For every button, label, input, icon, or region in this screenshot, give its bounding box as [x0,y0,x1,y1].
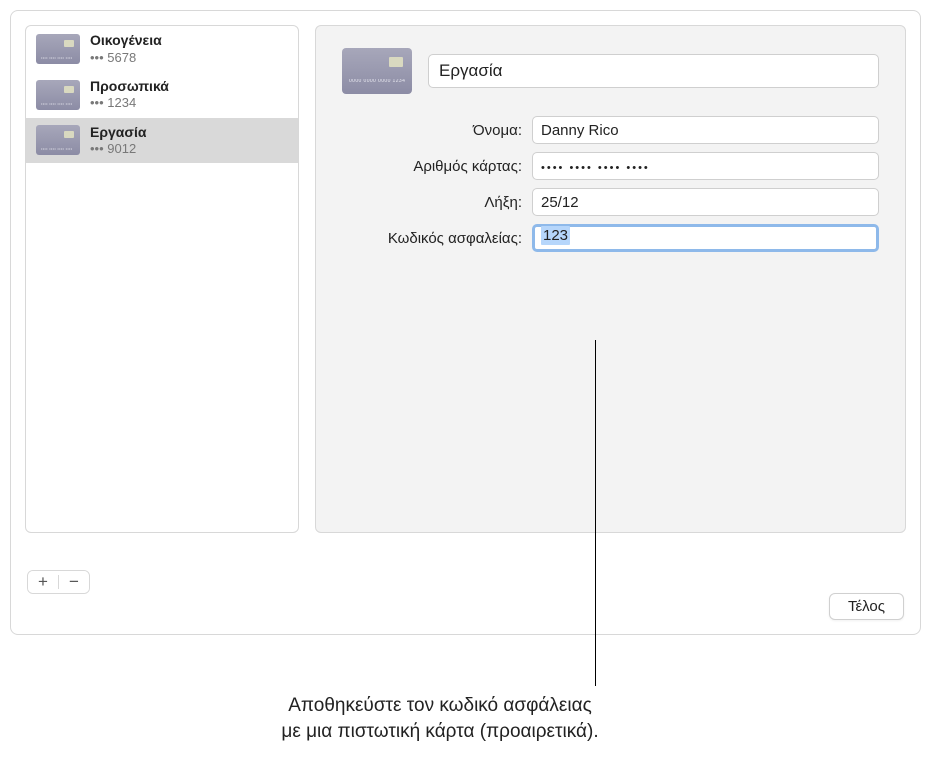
security-code-input[interactable]: 123 [532,224,879,252]
title-row [342,48,879,94]
security-code-label: Κωδικός ασφαλείας: [342,230,532,247]
cardnumber-label: Αριθμός κάρτας: [342,158,532,175]
cardholder-name-input[interactable] [532,116,879,144]
name-row: Όνομα: [342,116,879,144]
content-row: Οικογένεια ••• 5678 Προσωπικά ••• 1234 Ε… [25,25,906,533]
cardnumber-row: Αριθμός κάρτας: [342,152,879,180]
credit-card-settings-window: Οικογένεια ••• 5678 Προσωπικά ••• 1234 Ε… [10,10,921,635]
card-title-input[interactable] [428,54,879,88]
card-last4: ••• 1234 [90,95,169,111]
security-code-value: 123 [541,226,570,245]
done-label: Τέλος [848,598,885,615]
expiry-label: Λήξη: [342,194,532,211]
credit-card-icon-large [342,48,412,94]
card-last4: ••• 9012 [90,141,146,157]
bottom-controls: + − Τέλος [25,543,906,620]
done-button[interactable]: Τέλος [829,593,904,620]
card-list-sidebar: Οικογένεια ••• 5678 Προσωπικά ••• 1234 Ε… [25,25,299,533]
remove-card-button[interactable]: − [59,571,89,593]
card-number-input[interactable] [532,152,879,180]
plus-icon: + [38,573,48,590]
callout-line2: με μια πιστωτική κάρτα (προαιρετικά). [281,721,598,742]
card-row-work[interactable]: Εργασία ••• 9012 [26,118,298,164]
card-label: Προσωπικά [90,78,169,96]
expiry-input[interactable] [532,188,879,216]
card-row-family[interactable]: Οικογένεια ••• 5678 [26,26,298,72]
credit-card-icon [36,34,80,64]
minus-icon: − [69,573,79,590]
card-meta: Εργασία ••• 9012 [90,124,146,158]
credit-card-icon [36,80,80,110]
callout-text: Αποθηκεύστε τον κωδικό ασφάλειας με μια … [80,693,800,744]
card-meta: Προσωπικά ••• 1234 [90,78,169,112]
card-last4: ••• 5678 [90,50,162,66]
security-code-row: Κωδικός ασφαλείας: 123 [342,224,879,252]
card-label: Εργασία [90,124,146,142]
name-label: Όνομα: [342,122,532,139]
callout-line1: Αποθηκεύστε τον κωδικό ασφάλειας [288,695,592,716]
card-meta: Οικογένεια ••• 5678 [90,32,162,66]
add-remove-group: + − [27,570,90,594]
callout-line [595,340,596,686]
card-list: Οικογένεια ••• 5678 Προσωπικά ••• 1234 Ε… [26,26,298,532]
card-detail-pane: Όνομα: Αριθμός κάρτας: Λήξη: Κωδικός ασφ… [315,25,906,533]
expiry-row: Λήξη: [342,188,879,216]
add-card-button[interactable]: + [28,571,58,593]
card-label: Οικογένεια [90,32,162,50]
card-row-personal[interactable]: Προσωπικά ••• 1234 [26,72,298,118]
credit-card-icon [36,125,80,155]
